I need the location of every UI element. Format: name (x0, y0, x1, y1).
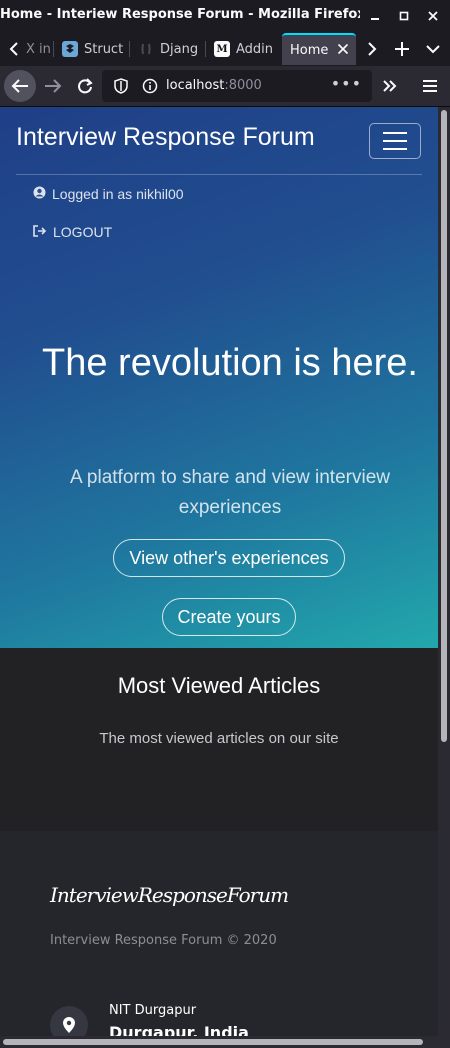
page-viewport: Interview Response Forum Logged in as ni… (0, 107, 438, 1036)
footer-copyright: Interview Response Forum © 2020 (50, 933, 277, 948)
site-brand[interactable]: Interview Response Forum (16, 123, 315, 152)
logged-in-label: Logged in as nikhil00 (52, 186, 184, 202)
tab-strip: X in Struct Djang M Addin Home (0, 32, 450, 66)
most-viewed-section: Most Viewed Articles The most viewed art… (0, 648, 438, 831)
footer-location-line2: Durgapur, India (109, 1023, 249, 1036)
nav-divider (16, 174, 422, 175)
window-title: Home - Interiew Response Forum - Mozilla… (0, 7, 360, 22)
close-window-icon[interactable] (422, 5, 444, 27)
forward-button[interactable] (37, 70, 69, 102)
navigation-toolbar: localhost:8000 ••• (0, 66, 450, 107)
footer-title: InterviewResponseForum (50, 883, 289, 907)
url-text[interactable]: localhost:8000 (166, 78, 262, 93)
create-yours-button[interactable]: Create yours (162, 598, 296, 636)
navbar-toggle-button[interactable] (369, 123, 421, 159)
dropbox-icon (62, 41, 78, 57)
window-titlebar: Home - Interiew Response Forum - Mozilla… (0, 0, 450, 32)
tab-x[interactable]: X in (24, 34, 54, 64)
hero-headline: The revolution is here. (42, 342, 418, 384)
hamburger-menu-icon[interactable] (414, 70, 446, 102)
shield-icon[interactable] (114, 78, 128, 98)
tab-label: Struct (84, 41, 124, 57)
info-icon[interactable] (142, 78, 158, 98)
list-all-tabs-button[interactable] (419, 35, 447, 63)
minimize-icon[interactable] (364, 5, 386, 27)
horizontal-scrollbar[interactable] (0, 1036, 450, 1048)
logged-in-item[interactable]: Logged in as nikhil00 (33, 186, 184, 202)
django-icon (138, 41, 154, 57)
medium-icon: M (214, 41, 230, 57)
maximize-icon[interactable] (393, 5, 415, 27)
tab-label: Home (290, 42, 329, 58)
back-button[interactable] (4, 70, 36, 102)
view-experiences-button[interactable]: View other's experiences (113, 539, 345, 577)
page-actions-icon[interactable]: ••• (331, 74, 362, 93)
most-viewed-subtitle: The most viewed articles on our site (99, 730, 339, 747)
tab-label: Djang (160, 41, 199, 57)
close-tab-icon[interactable] (337, 43, 349, 59)
tab-home-active[interactable]: Home (282, 33, 356, 65)
overflow-menu-icon[interactable] (374, 70, 406, 102)
horizontal-scrollbar-thumb[interactable] (3, 1039, 423, 1045)
vertical-scrollbar[interactable] (438, 107, 450, 1036)
tab-medium[interactable]: M Addin (206, 34, 282, 64)
url-bar[interactable]: localhost:8000 ••• (102, 70, 372, 102)
most-viewed-title: Most Viewed Articles (117, 673, 321, 698)
hero-section: Interview Response Forum Logged in as ni… (0, 107, 438, 648)
logout-link[interactable]: LOGOUT (33, 224, 112, 240)
user-icon (33, 186, 46, 202)
tab-django[interactable]: Djang (130, 34, 206, 64)
site-footer: InterviewResponseForum Interview Respons… (0, 831, 438, 1036)
footer-location-line1: NIT Durgapur (109, 1003, 197, 1018)
hero-subtitle: A platform to share and view interview e… (70, 467, 390, 518)
tab-label: X in (26, 41, 51, 57)
tab-label: Addin (236, 41, 274, 57)
logout-icon (33, 224, 47, 240)
new-tab-button[interactable] (388, 35, 416, 63)
vertical-scrollbar-thumb[interactable] (441, 110, 447, 742)
scroll-tabs-right-button[interactable] (358, 35, 386, 63)
logout-label: LOGOUT (53, 224, 113, 240)
reload-button[interactable] (69, 70, 101, 102)
tab-structure[interactable]: Struct (54, 34, 130, 64)
location-pin-icon (50, 1006, 88, 1036)
